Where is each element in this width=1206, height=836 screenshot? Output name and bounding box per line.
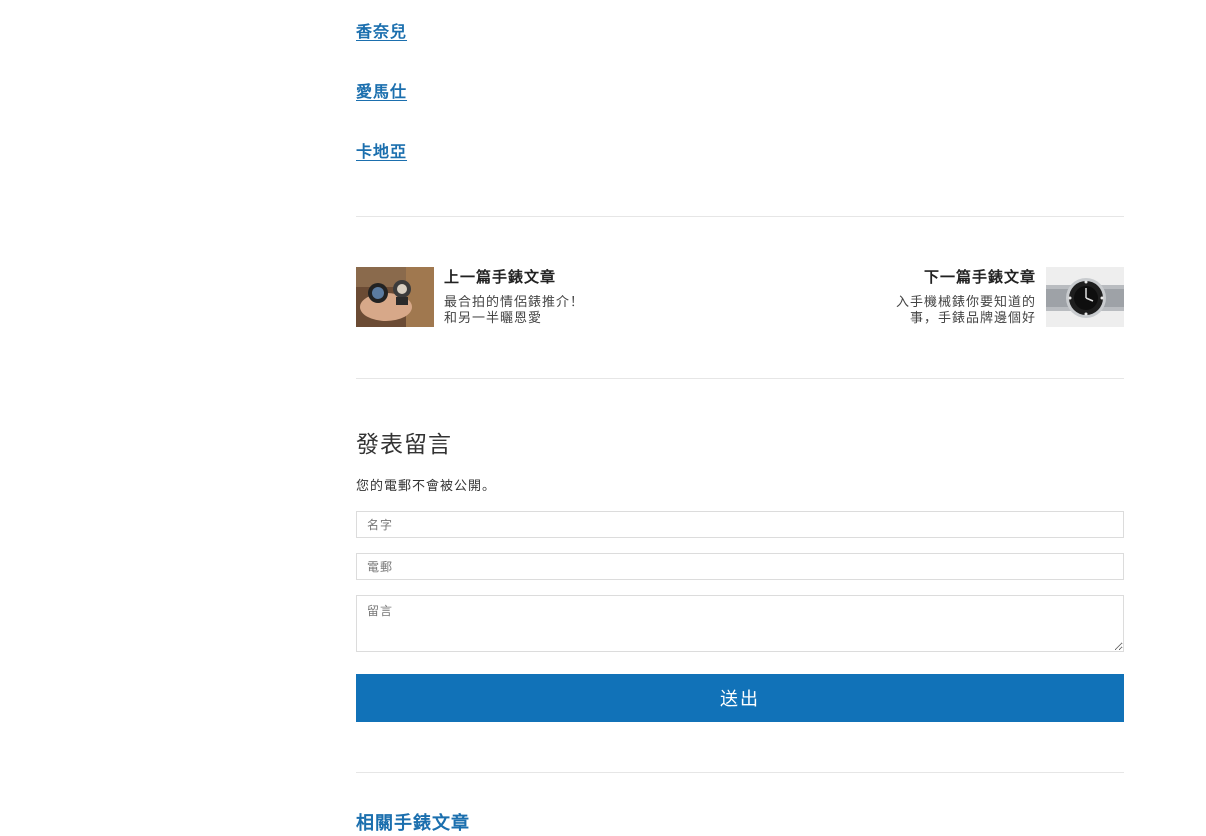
related-articles-heading: 相關手錶文章 xyxy=(356,813,470,834)
prev-post-thumbnail[interactable] xyxy=(356,267,434,327)
prev-post-excerpt: 最合拍的情侶錶推介！和另一半曬恩愛 xyxy=(444,295,585,326)
prev-post-text[interactable]: 上一篇手錶文章 最合拍的情侶錶推介！和另一半曬恩愛 xyxy=(444,267,594,327)
brand-link-cartier[interactable]: 卡地亞 xyxy=(356,142,407,162)
brand-link-hermes[interactable]: 愛馬仕 xyxy=(356,82,407,102)
submit-button[interactable]: 送出 xyxy=(356,674,1124,722)
comment-textarea[interactable] xyxy=(356,595,1124,652)
main-content: 香奈兒 愛馬仕 卡地亞 上一篇手錶文章 最合拍的情侶錶推介！和另一半曬恩愛 下一… xyxy=(356,0,1124,834)
divider xyxy=(356,772,1124,773)
comment-form-note: 您的電郵不會被公開。 xyxy=(356,479,497,494)
email-input[interactable] xyxy=(356,553,1124,580)
next-post-text[interactable]: 下一篇手錶文章 入手機械錶你要知道的事，手錶品牌邊個好 xyxy=(896,267,1036,327)
post-navigation: 上一篇手錶文章 最合拍的情侶錶推介！和另一半曬恩愛 下一篇手錶文章 入手機械錶你… xyxy=(356,267,1124,327)
brand-link-chanel[interactable]: 香奈兒 xyxy=(356,22,407,42)
next-post-thumbnail[interactable] xyxy=(1046,267,1124,327)
prev-post-title[interactable]: 上一篇手錶文章 xyxy=(444,267,594,287)
divider xyxy=(356,378,1124,379)
divider xyxy=(356,216,1124,217)
comment-form-title: 發表留言 xyxy=(356,432,452,458)
next-post-title[interactable]: 下一篇手錶文章 xyxy=(896,267,1036,287)
name-input[interactable] xyxy=(356,511,1124,538)
next-post-excerpt: 入手機械錶你要知道的事，手錶品牌邊個好 xyxy=(896,295,1036,326)
